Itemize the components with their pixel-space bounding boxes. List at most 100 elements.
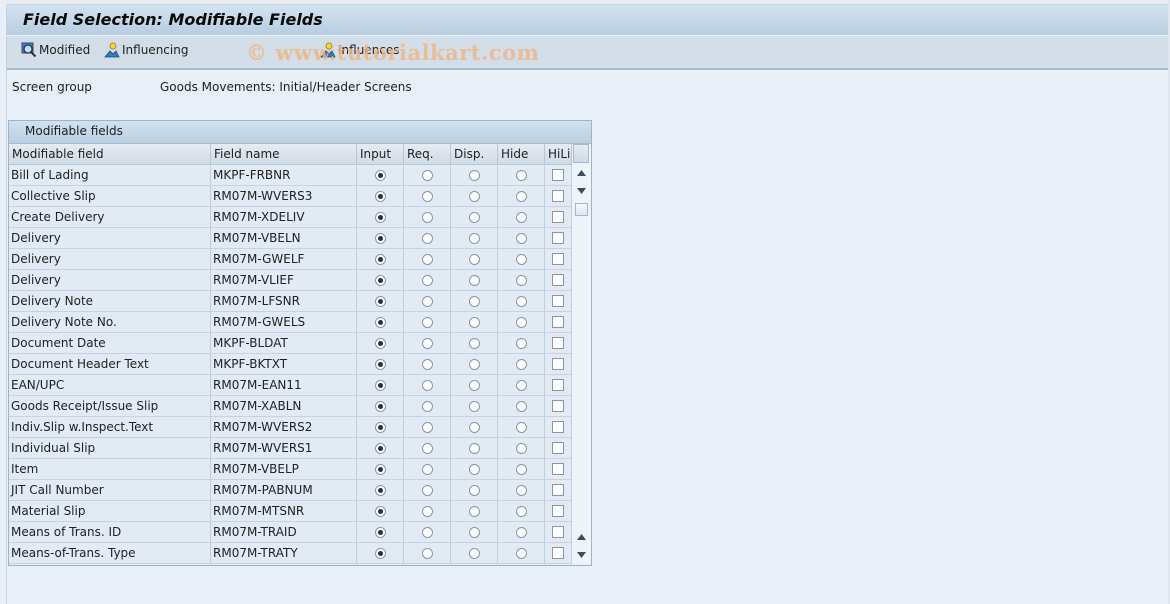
disp-radio[interactable] bbox=[468, 253, 480, 265]
req-radio[interactable] bbox=[421, 232, 433, 244]
input-radio[interactable] bbox=[374, 274, 386, 286]
hide-radio[interactable] bbox=[515, 337, 527, 349]
input-radio[interactable] bbox=[374, 442, 386, 454]
column-header-hili[interactable]: HiLi bbox=[545, 144, 572, 164]
input-radio[interactable] bbox=[374, 232, 386, 244]
hili-checkbox[interactable] bbox=[552, 337, 564, 349]
input-radio[interactable] bbox=[374, 463, 386, 475]
input-radio[interactable] bbox=[374, 316, 386, 328]
hide-radio[interactable] bbox=[515, 316, 527, 328]
disp-radio[interactable] bbox=[468, 421, 480, 433]
input-radio[interactable] bbox=[374, 400, 386, 412]
disp-radio[interactable] bbox=[468, 211, 480, 223]
req-radio[interactable] bbox=[421, 337, 433, 349]
hide-radio[interactable] bbox=[515, 232, 527, 244]
hide-radio[interactable] bbox=[515, 526, 527, 538]
column-header-modifiable-field[interactable]: Modifiable field bbox=[9, 144, 211, 164]
req-radio[interactable] bbox=[421, 526, 433, 538]
hide-radio[interactable] bbox=[515, 442, 527, 454]
hide-radio[interactable] bbox=[515, 421, 527, 433]
req-radio[interactable] bbox=[421, 190, 433, 202]
req-radio[interactable] bbox=[421, 547, 433, 559]
hili-checkbox[interactable] bbox=[552, 190, 564, 202]
input-radio[interactable] bbox=[374, 295, 386, 307]
disp-radio[interactable] bbox=[468, 505, 480, 517]
disp-radio[interactable] bbox=[468, 232, 480, 244]
hili-checkbox[interactable] bbox=[552, 316, 564, 328]
influences-button[interactable]: Influences bbox=[320, 42, 400, 58]
hide-radio[interactable] bbox=[515, 253, 527, 265]
disp-radio[interactable] bbox=[468, 274, 480, 286]
hili-checkbox[interactable] bbox=[552, 526, 564, 538]
column-header-field-name[interactable]: Field name bbox=[211, 144, 357, 164]
column-header-disp[interactable]: Disp. bbox=[451, 144, 498, 164]
page-up-button[interactable] bbox=[574, 530, 589, 544]
input-radio[interactable] bbox=[374, 190, 386, 202]
disp-radio[interactable] bbox=[468, 190, 480, 202]
req-radio[interactable] bbox=[421, 358, 433, 370]
scroll-up-button[interactable] bbox=[574, 166, 589, 180]
req-radio[interactable] bbox=[421, 295, 433, 307]
req-radio[interactable] bbox=[421, 379, 433, 391]
input-radio[interactable] bbox=[374, 421, 386, 433]
column-settings-button[interactable] bbox=[573, 144, 589, 163]
hili-checkbox[interactable] bbox=[552, 484, 564, 496]
hili-checkbox[interactable] bbox=[552, 547, 564, 559]
disp-radio[interactable] bbox=[468, 358, 480, 370]
disp-radio[interactable] bbox=[468, 400, 480, 412]
hili-checkbox[interactable] bbox=[552, 358, 564, 370]
disp-radio[interactable] bbox=[468, 316, 480, 328]
req-radio[interactable] bbox=[421, 505, 433, 517]
hili-checkbox[interactable] bbox=[552, 253, 564, 265]
input-radio[interactable] bbox=[374, 337, 386, 349]
req-radio[interactable] bbox=[421, 211, 433, 223]
hide-radio[interactable] bbox=[515, 547, 527, 559]
influencing-button[interactable]: Influencing bbox=[104, 42, 188, 58]
hide-radio[interactable] bbox=[515, 295, 527, 307]
disp-radio[interactable] bbox=[468, 442, 480, 454]
hili-checkbox[interactable] bbox=[552, 400, 564, 412]
disp-radio[interactable] bbox=[468, 295, 480, 307]
hili-checkbox[interactable] bbox=[552, 232, 564, 244]
column-header-input[interactable]: Input bbox=[357, 144, 404, 164]
hide-radio[interactable] bbox=[515, 274, 527, 286]
hili-checkbox[interactable] bbox=[552, 295, 564, 307]
hide-radio[interactable] bbox=[515, 463, 527, 475]
disp-radio[interactable] bbox=[468, 526, 480, 538]
modified-button[interactable]: Modified bbox=[21, 42, 90, 58]
disp-radio[interactable] bbox=[468, 463, 480, 475]
hide-radio[interactable] bbox=[515, 190, 527, 202]
hili-checkbox[interactable] bbox=[552, 421, 564, 433]
hili-checkbox[interactable] bbox=[552, 379, 564, 391]
vertical-scrollbar[interactable] bbox=[572, 144, 591, 564]
column-header-hide[interactable]: Hide bbox=[498, 144, 545, 164]
scroll-thumb[interactable] bbox=[575, 203, 588, 216]
disp-radio[interactable] bbox=[468, 169, 480, 181]
hide-radio[interactable] bbox=[515, 505, 527, 517]
input-radio[interactable] bbox=[374, 211, 386, 223]
hili-checkbox[interactable] bbox=[552, 274, 564, 286]
req-radio[interactable] bbox=[421, 442, 433, 454]
disp-radio[interactable] bbox=[468, 547, 480, 559]
hide-radio[interactable] bbox=[515, 358, 527, 370]
input-radio[interactable] bbox=[374, 253, 386, 265]
input-radio[interactable] bbox=[374, 526, 386, 538]
hide-radio[interactable] bbox=[515, 484, 527, 496]
hide-radio[interactable] bbox=[515, 169, 527, 181]
req-radio[interactable] bbox=[421, 169, 433, 181]
input-radio[interactable] bbox=[374, 547, 386, 559]
input-radio[interactable] bbox=[374, 505, 386, 517]
input-radio[interactable] bbox=[374, 484, 386, 496]
column-header-req[interactable]: Req. bbox=[404, 144, 451, 164]
hili-checkbox[interactable] bbox=[552, 442, 564, 454]
hili-checkbox[interactable] bbox=[552, 505, 564, 517]
hili-checkbox[interactable] bbox=[552, 169, 564, 181]
req-radio[interactable] bbox=[421, 316, 433, 328]
input-radio[interactable] bbox=[374, 379, 386, 391]
input-radio[interactable] bbox=[374, 358, 386, 370]
disp-radio[interactable] bbox=[468, 484, 480, 496]
req-radio[interactable] bbox=[421, 400, 433, 412]
disp-radio[interactable] bbox=[468, 337, 480, 349]
scroll-down-button[interactable] bbox=[574, 184, 589, 198]
hide-radio[interactable] bbox=[515, 379, 527, 391]
